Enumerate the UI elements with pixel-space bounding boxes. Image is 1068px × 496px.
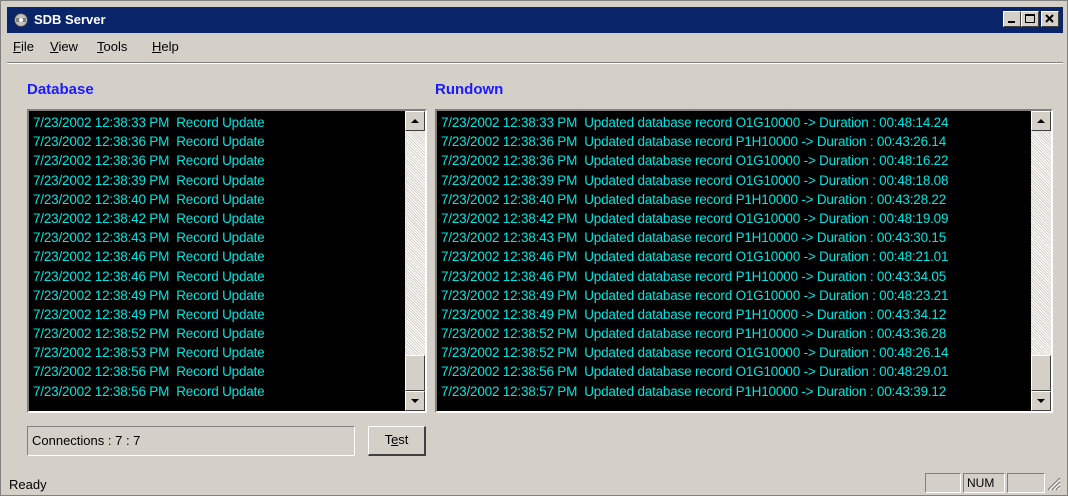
rundown-log-row[interactable]: 7/23/2002 12:38:46 PM Updated database r…	[441, 267, 948, 286]
rundown-log-row[interactable]: 7/23/2002 12:38:36 PM Updated database r…	[441, 132, 948, 151]
minimize-icon	[1008, 21, 1015, 23]
rundown-scroll-up-button[interactable]	[1031, 111, 1051, 131]
database-log-row[interactable]: 7/23/2002 12:38:46 PM Record Update	[33, 267, 265, 286]
close-icon	[1045, 14, 1054, 23]
scroll-up-icon	[411, 119, 419, 123]
database-log-row[interactable]: 7/23/2002 12:38:49 PM Record Update	[33, 305, 265, 324]
database-log-list[interactable]: 7/23/2002 12:38:33 PM Record Update 7/23/…	[27, 109, 427, 413]
maximize-icon	[1025, 14, 1035, 23]
scroll-up-icon	[1037, 119, 1045, 123]
menu-tools-label: ools	[103, 39, 128, 54]
database-log-row[interactable]: 7/23/2002 12:38:42 PM Record Update	[33, 209, 265, 228]
rundown-log-row[interactable]: 7/23/2002 12:38:39 PM Updated database r…	[441, 171, 948, 190]
menu-file-accel: F	[13, 39, 21, 54]
database-scroll-down-button[interactable]	[405, 391, 425, 411]
rundown-log-row[interactable]: 7/23/2002 12:38:36 PM Updated database r…	[441, 151, 948, 170]
window-title: SDB Server	[34, 12, 106, 27]
rundown-scrollbar[interactable]	[1031, 111, 1051, 411]
rundown-log-row[interactable]: 7/23/2002 12:38:49 PM Updated database r…	[441, 286, 948, 305]
menu-separator	[7, 62, 1063, 64]
status-panel-scroll	[1007, 473, 1045, 493]
connections-status: Connections : 7 : 7	[27, 426, 355, 456]
rundown-log-row[interactable]: 7/23/2002 12:38:52 PM Updated database r…	[441, 343, 948, 362]
rundown-log-row[interactable]: 7/23/2002 12:38:56 PM Updated database r…	[441, 362, 948, 381]
rundown-log-row[interactable]: 7/23/2002 12:38:46 PM Updated database r…	[441, 247, 948, 266]
title-bar[interactable]: SDB Server	[7, 7, 1063, 33]
rundown-scroll-down-button[interactable]	[1031, 391, 1051, 411]
menu-bar: File View Tools Help	[7, 34, 1063, 58]
database-log-row[interactable]: 7/23/2002 12:38:52 PM Record Update	[33, 324, 265, 343]
menu-view-label: iew	[58, 39, 78, 54]
menu-help-accel: H	[152, 39, 162, 54]
scroll-down-icon	[1037, 399, 1045, 403]
database-log-row[interactable]: 7/23/2002 12:38:39 PM Record Update	[33, 171, 265, 190]
menu-help-label: elp	[161, 39, 179, 54]
app-window: SDB Server File View Tools Help Database…	[0, 0, 1068, 496]
database-scroll-thumb[interactable]	[405, 355, 425, 391]
close-button[interactable]	[1041, 11, 1059, 27]
rundown-log-row[interactable]: 7/23/2002 12:38:40 PM Updated database r…	[441, 190, 948, 209]
rundown-log-list[interactable]: 7/23/2002 12:38:33 PM Updated database r…	[435, 109, 1053, 413]
menu-view[interactable]: View	[50, 39, 78, 54]
size-grip-icon[interactable]	[1047, 477, 1061, 491]
database-scroll-up-button[interactable]	[405, 111, 425, 131]
rundown-scroll-thumb[interactable]	[1031, 355, 1051, 391]
test-button[interactable]: Test	[368, 426, 426, 456]
database-log-row[interactable]: 7/23/2002 12:38:56 PM Record Update	[33, 382, 265, 401]
menu-help[interactable]: Help	[152, 39, 179, 54]
menu-file-label: ile	[20, 39, 34, 54]
database-log-row[interactable]: 7/23/2002 12:38:56 PM Record Update	[33, 362, 265, 381]
rundown-log-row[interactable]: 7/23/2002 12:38:33 PM Updated database r…	[441, 113, 948, 132]
status-text: Ready	[9, 477, 47, 492]
rundown-log-rows: 7/23/2002 12:38:33 PM Updated database r…	[441, 113, 948, 401]
menu-tools[interactable]: Tools	[97, 39, 127, 54]
status-bar: Ready NUM	[7, 471, 1063, 495]
menu-file[interactable]: File	[13, 39, 34, 54]
database-log-row[interactable]: 7/23/2002 12:38:40 PM Record Update	[33, 190, 265, 209]
database-log-row[interactable]: 7/23/2002 12:38:33 PM Record Update	[33, 113, 265, 132]
maximize-button[interactable]	[1021, 11, 1039, 27]
database-log-row[interactable]: 7/23/2002 12:38:36 PM Record Update	[33, 151, 265, 170]
database-log-rows: 7/23/2002 12:38:33 PM Record Update 7/23/…	[33, 113, 265, 401]
database-log-row[interactable]: 7/23/2002 12:38:36 PM Record Update	[33, 132, 265, 151]
database-scrollbar[interactable]	[405, 111, 425, 411]
database-title: Database	[27, 81, 94, 98]
database-log-row[interactable]: 7/23/2002 12:38:46 PM Record Update	[33, 247, 265, 266]
rundown-log-row[interactable]: 7/23/2002 12:38:52 PM Updated database r…	[441, 324, 948, 343]
test-button-label-end: st	[398, 432, 409, 447]
status-panel-num: NUM	[963, 473, 1005, 493]
scroll-down-icon	[411, 399, 419, 403]
database-log-row[interactable]: 7/23/2002 12:38:43 PM Record Update	[33, 228, 265, 247]
rundown-title: Rundown	[435, 81, 504, 98]
minimize-button[interactable]	[1003, 11, 1021, 27]
rundown-log-row[interactable]: 7/23/2002 12:38:42 PM Updated database r…	[441, 209, 948, 228]
rundown-log-row[interactable]: 7/23/2002 12:38:57 PM Updated database r…	[441, 382, 948, 401]
rundown-log-row[interactable]: 7/23/2002 12:38:49 PM Updated database r…	[441, 305, 948, 324]
rundown-log-row[interactable]: 7/23/2002 12:38:43 PM Updated database r…	[441, 228, 948, 247]
status-panel-caps	[925, 473, 961, 493]
app-icon	[14, 13, 28, 27]
database-log-row[interactable]: 7/23/2002 12:38:53 PM Record Update	[33, 343, 265, 362]
database-log-row[interactable]: 7/23/2002 12:38:49 PM Record Update	[33, 286, 265, 305]
